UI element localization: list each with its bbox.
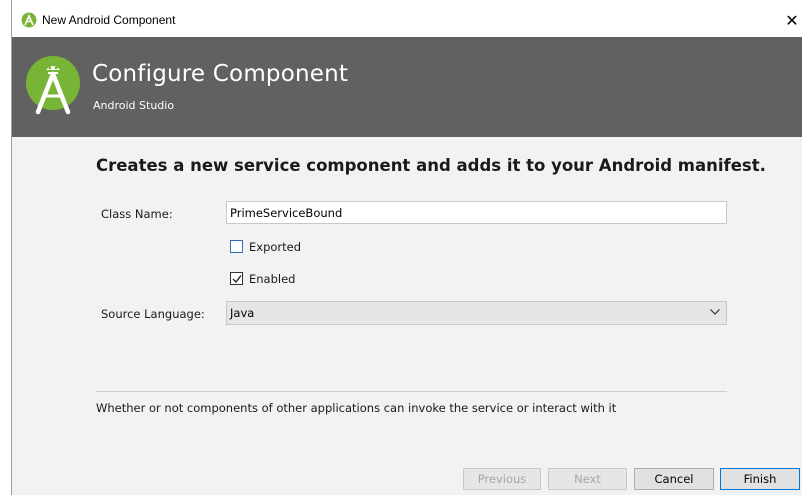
- exported-checkbox[interactable]: [230, 240, 243, 253]
- android-studio-logo: [26, 56, 80, 115]
- header-banner: Configure Component Android Studio: [12, 37, 802, 137]
- divider: [96, 391, 727, 392]
- previous-button[interactable]: Previous: [463, 468, 541, 490]
- enabled-checkbox[interactable]: [230, 272, 243, 285]
- enabled-label[interactable]: Enabled: [249, 272, 295, 286]
- cancel-button[interactable]: Cancel: [634, 468, 714, 490]
- class-name-label: Class Name:: [101, 207, 173, 221]
- dialog-window: New Android Component ✕ Configure Compon…: [11, 0, 802, 495]
- page-headline: Creates a new service component and adds…: [96, 156, 766, 175]
- close-button[interactable]: ✕: [781, 8, 802, 34]
- banner-title: Configure Component: [92, 61, 349, 87]
- class-name-input[interactable]: [226, 201, 727, 224]
- checkmark-icon: [232, 275, 242, 284]
- form-content: Creates a new service component and adds…: [12, 137, 802, 495]
- field-description: Whether or not components of other appli…: [96, 401, 617, 415]
- window-title: New Android Component: [42, 13, 176, 27]
- title-bar: New Android Component ✕: [12, 0, 802, 37]
- next-button[interactable]: Next: [548, 468, 627, 490]
- close-icon[interactable]: ✕: [785, 11, 798, 30]
- source-language-value[interactable]: Java: [230, 306, 254, 320]
- finish-button[interactable]: Finish: [720, 468, 800, 490]
- exported-label[interactable]: Exported: [249, 240, 301, 254]
- banner-subtitle: Android Studio: [93, 99, 175, 112]
- android-studio-icon: [21, 12, 37, 28]
- source-language-select[interactable]: Java: [226, 301, 727, 325]
- source-language-label: Source Language:: [101, 307, 205, 321]
- chevron-down-icon[interactable]: [710, 309, 720, 315]
